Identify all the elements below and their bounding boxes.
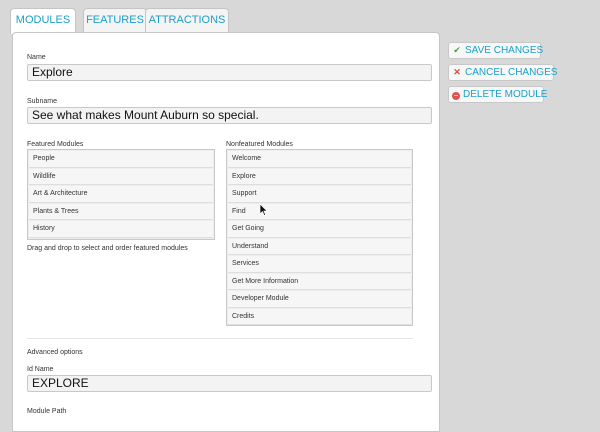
check-icon: ✔ [453,45,461,55]
list-item[interactable]: Credits [228,308,411,325]
module-edit-panel: Name Explore Subname See what makes Moun… [12,32,440,432]
name-label: Name [27,54,46,61]
mouse-pointer-icon [260,204,268,216]
idname-input[interactable]: EXPLORE [27,375,432,392]
list-item[interactable]: Explore [228,168,411,185]
list-item[interactable]: Get Going [228,221,411,238]
list-item[interactable]: Welcome [228,151,411,168]
list-item[interactable]: Get More Information [228,273,411,290]
tab-modules[interactable]: MODULES [10,8,76,34]
list-item[interactable]: History [29,221,213,238]
list-item[interactable]: Support [228,186,411,203]
list-item[interactable]: Plants & Trees [29,203,213,220]
minus-circle-icon: − [452,91,460,100]
list-item[interactable]: Understand [228,238,411,255]
delete-module-label: DELETE MODULE [463,89,548,100]
cancel-changes-label: CANCEL CHANGES [465,67,558,78]
save-changes-button[interactable]: ✔ SAVE CHANGES [448,42,544,59]
featured-modules-list[interactable]: People Wildlife Art & Architecture Plant… [27,149,215,240]
list-item[interactable]: Art & Architecture [29,186,213,203]
modulepath-label: Module Path [27,408,67,415]
tab-attractions[interactable]: ATTRACTIONS [145,8,229,32]
subname-input[interactable]: See what makes Mount Auburn so special. [27,107,432,124]
delete-module-button[interactable]: − DELETE MODULE [448,86,548,103]
featured-hint: Drag and drop to select and order featur… [27,245,188,252]
featured-modules-label: Featured Modules [27,141,84,148]
list-item[interactable]: Developer Module [228,291,411,308]
subname-label: Subname [27,98,57,105]
name-input[interactable]: Explore [27,64,432,81]
list-item[interactable]: Services [228,256,411,273]
list-item[interactable]: Find [228,203,411,220]
idname-label: Id Name [27,366,54,373]
list-item[interactable]: People [29,151,213,168]
nonfeatured-modules-list[interactable]: Welcome Explore Support Find Get Going U… [226,149,413,326]
list-item[interactable]: Wildlife [29,168,213,185]
section-divider [27,338,413,339]
cancel-changes-button[interactable]: ✕ CANCEL CHANGES [448,64,558,81]
save-changes-label: SAVE CHANGES [465,45,544,56]
x-icon: ✕ [453,67,461,77]
nonfeatured-modules-label: Nonfeatured Modules [226,141,293,148]
tab-features[interactable]: FEATURES [83,8,147,32]
advanced-options-label: Advanced options [27,349,83,356]
